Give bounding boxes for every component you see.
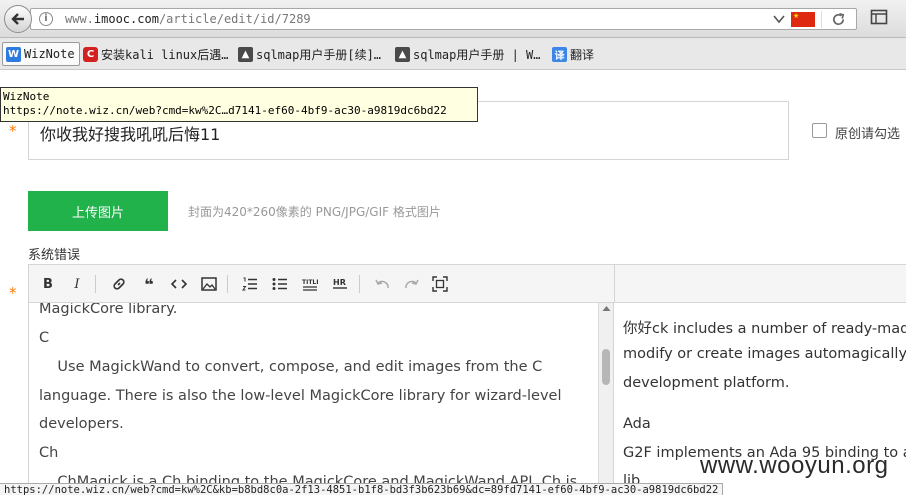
ordered-list-button[interactable] — [239, 273, 261, 295]
bookmark-label: sqlmap用户手册[续]… — [256, 47, 382, 62]
italic-button[interactable]: I — [66, 273, 88, 295]
bookmark-tooltip: WizNote https://note.wiz.cn/web?cmd=kw%2… — [0, 87, 478, 122]
bookmark-translate[interactable]: 译 翻译 — [552, 42, 594, 66]
library-icon[interactable] — [870, 9, 888, 25]
preview-line: 你好ck includes a number of ready-made — [623, 321, 906, 337]
bullet-list-button[interactable] — [269, 273, 291, 295]
upload-hint: 封面为420*260像素的 PNG/JPG/GIF 格式图片 — [188, 205, 441, 219]
bookmark-wiznote[interactable]: W WizNote — [2, 42, 80, 66]
undo-button[interactable] — [371, 273, 393, 295]
editor-scrollbar[interactable] — [598, 303, 613, 495]
tooltip-url: https://note.wiz.cn/web?cmd=kw%2C…d7141-… — [3, 104, 447, 117]
redo-button[interactable] — [401, 273, 423, 295]
toolbar-divider — [227, 275, 228, 293]
upload-image-label: 上传图片 — [71, 205, 124, 221]
upload-image-button[interactable]: 上传图片 — [28, 191, 168, 231]
china-flag-icon[interactable]: ★ — [791, 12, 815, 27]
tooltip-title: WizNote — [3, 90, 50, 103]
flag-star-icon: ★ — [793, 12, 800, 20]
fullscreen-button[interactable] — [429, 273, 451, 295]
editor-line: C — [39, 330, 50, 346]
bookmark-label: 翻译 — [570, 47, 595, 62]
horizontal-rule-icon: HR — [333, 278, 347, 289]
code-button[interactable] — [168, 273, 190, 295]
link-icon — [113, 278, 125, 290]
redo-icon — [405, 279, 419, 289]
url-divider — [821, 11, 822, 28]
back-arrow-icon — [11, 13, 24, 25]
editor-line: language. There is also the low-level Ma… — [39, 388, 562, 404]
quote-icon: ❝ — [144, 274, 154, 294]
bookmark-kali[interactable]: C 安装kali linux后遇… — [83, 42, 228, 66]
article-title-value: 你收我好搜我吼吼后悔11 — [40, 125, 221, 144]
pane-divider — [614, 265, 615, 303]
horizontal-rule-button[interactable]: HR — [329, 273, 351, 295]
preview-line: development platform. — [623, 375, 790, 391]
title-button[interactable]: TITLE — [299, 273, 321, 295]
undo-icon — [375, 279, 389, 289]
chevron-down-icon[interactable] — [773, 14, 785, 24]
translate-icon: 译 — [552, 46, 567, 62]
original-checkbox[interactable] — [812, 123, 827, 138]
image-icon — [201, 277, 217, 291]
info-icon[interactable]: i — [39, 12, 53, 26]
bookmarks-bar: W WizNote C 安装kali linux后遇… ▲ sqlmap用户手册… — [0, 38, 906, 70]
editor-line: Use MagickWand to convert, compose, and … — [39, 359, 543, 375]
required-mark: * — [9, 122, 17, 140]
toolbar-divider — [95, 275, 96, 293]
scroll-up-icon[interactable] — [602, 305, 611, 312]
bold-button[interactable]: B — [37, 273, 59, 295]
browser-toolbar: i www.imooc.com/article/edit/id/7289 ★ — [0, 0, 906, 38]
preview-heading: Ada — [623, 416, 651, 432]
reload-icon[interactable] — [831, 12, 846, 27]
bookmark-label: sqlmap用户手册 | W… — [413, 47, 541, 62]
svg-text:TITLE: TITLE — [302, 279, 318, 286]
system-error-text: 系统错误 — [28, 248, 81, 263]
url-bar[interactable]: i www.imooc.com/article/edit/id/7289 ★ — [30, 8, 857, 30]
c-logo-icon: C — [83, 46, 98, 62]
required-mark: * — [9, 284, 17, 302]
code-icon — [171, 279, 187, 289]
bookmark-label: 安装kali linux后遇… — [101, 47, 229, 62]
scrollbar-thumb[interactable] — [602, 349, 610, 385]
image-button[interactable] — [198, 273, 220, 295]
editor-line: developers. — [39, 416, 124, 432]
editor-line: Ch — [39, 445, 59, 461]
back-button[interactable] — [4, 5, 32, 33]
url-prefix: www. — [65, 12, 94, 26]
editor-line: MagickCore library. — [39, 303, 178, 317]
hacker-icon: ▲ — [395, 46, 410, 62]
preview-line: modify or create images automagically a — [623, 346, 906, 362]
markdown-editor[interactable]: MagickCore library. C Use MagickWand to … — [28, 303, 613, 495]
editor-toolbar: B I ❝ TITLE HR — [28, 264, 906, 303]
quote-button[interactable]: ❝ — [138, 273, 160, 295]
ordered-list-icon — [242, 277, 257, 291]
url-domain: imooc.com — [93, 12, 159, 26]
title-icon: TITLE — [302, 279, 318, 291]
link-button[interactable] — [108, 273, 130, 295]
toolbar-divider — [359, 275, 360, 293]
url-path: /article/edit/id/7289 — [158, 12, 311, 26]
hacker-icon: ▲ — [238, 46, 253, 62]
bookmark-label: WizNote — [24, 47, 75, 61]
fullscreen-icon — [432, 276, 448, 292]
bookmark-sqlmap-2[interactable]: ▲ sqlmap用户手册 | W… — [395, 42, 540, 66]
original-checkbox-label: 原创请勾选 — [835, 127, 901, 142]
bookmark-sqlmap-1[interactable]: ▲ sqlmap用户手册[续]… — [238, 42, 381, 66]
bullet-list-icon — [272, 278, 287, 290]
svg-text:HR: HR — [333, 278, 346, 287]
watermark-text: www.wooyun.org — [700, 452, 889, 479]
url-text[interactable]: www.imooc.com/article/edit/id/7289 — [65, 12, 311, 26]
status-bar-url: https://note.wiz.cn/web?cmd=kw%2C&kb=b8b… — [0, 483, 724, 495]
wiznote-icon: W — [6, 46, 21, 62]
